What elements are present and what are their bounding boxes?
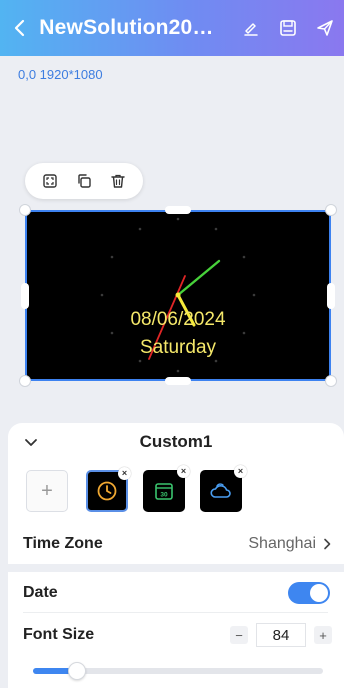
resize-handle-bottom[interactable] — [165, 377, 191, 385]
send-button[interactable] — [307, 0, 344, 56]
canvas-resolution: 0,0 1920*1080 — [18, 67, 103, 82]
copy-button[interactable] — [70, 167, 98, 195]
font-size-stepper: − 84 + — [230, 623, 332, 647]
delete-icon — [111, 174, 125, 188]
delete-button[interactable] — [104, 167, 132, 195]
copy-icon — [78, 174, 91, 188]
date-label: Date — [23, 584, 58, 601]
panel-title: Custom1 — [139, 432, 213, 451]
fullscreen-button[interactable] — [36, 167, 64, 195]
app-header: NewSolution20… — [0, 0, 344, 56]
date-toggle[interactable] — [288, 582, 330, 604]
fullscreen-icon — [43, 174, 57, 188]
font-size-slider[interactable] — [33, 662, 323, 680]
back-button[interactable] — [0, 0, 39, 56]
font-size-input[interactable]: 84 — [256, 623, 306, 647]
style-tile-weather[interactable]: × — [200, 465, 247, 512]
resize-handle-right[interactable] — [327, 283, 335, 309]
timezone-value: Shanghai — [248, 535, 316, 552]
timezone-row[interactable]: Time Zone Shanghai — [8, 527, 344, 561]
add-style-button[interactable]: + — [26, 470, 68, 512]
svg-text:30: 30 — [160, 492, 168, 499]
panel-header: Custom1 — [8, 423, 344, 459]
resize-handle-bottom-right[interactable] — [325, 375, 337, 387]
decrement-button[interactable]: − — [230, 626, 248, 644]
style-tile-calendar[interactable]: 30 × — [143, 465, 190, 512]
resize-handle-left[interactable] — [21, 283, 29, 309]
save-icon — [280, 20, 296, 36]
font-size-row: Font Size − 84 + — [8, 621, 344, 649]
back-icon — [14, 19, 24, 37]
slider-thumb[interactable] — [67, 662, 86, 680]
clock-widget-canvas[interactable]: 08/06/2024 Saturday — [25, 210, 331, 381]
section-divider — [0, 564, 344, 572]
style-tile-analog-clock[interactable]: × — [86, 467, 131, 512]
clock-weekday-text: Saturday — [139, 337, 217, 358]
edit-button[interactable] — [232, 0, 269, 56]
resize-handle-top-right[interactable] — [325, 204, 337, 216]
row-divider — [23, 612, 328, 613]
remove-style-button[interactable]: × — [118, 467, 131, 480]
page-title: NewSolution20… — [39, 16, 214, 39]
send-icon — [317, 20, 334, 36]
remove-style-button[interactable]: × — [177, 465, 190, 478]
calendar-icon: 30 — [155, 483, 173, 500]
edit-icon — [243, 23, 258, 36]
weather-icon — [210, 483, 231, 498]
save-button[interactable] — [269, 0, 306, 56]
resize-handle-top-left[interactable] — [19, 204, 31, 216]
remove-style-button[interactable]: × — [234, 465, 247, 478]
date-row: Date — [8, 579, 344, 607]
resize-handle-top[interactable] — [165, 206, 191, 214]
toggle-knob — [310, 584, 328, 602]
font-size-label: Font Size — [23, 626, 95, 643]
widget-toolbar — [25, 163, 143, 199]
clock-date-text: 08/06/2024 — [130, 309, 226, 330]
chevron-right-icon — [323, 527, 331, 561]
increment-button[interactable]: + — [314, 626, 332, 644]
analog-clock-icon — [97, 481, 117, 501]
resize-handle-bottom-left[interactable] — [19, 375, 31, 387]
timezone-label: Time Zone — [23, 535, 103, 552]
